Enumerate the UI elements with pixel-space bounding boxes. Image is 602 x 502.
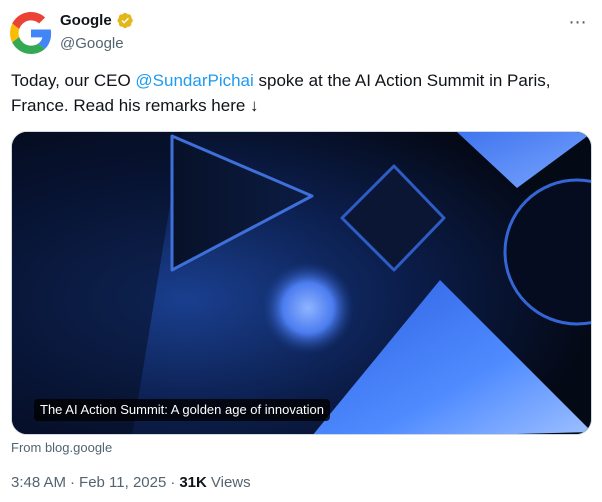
tweet-text-start: Today, our CEO <box>11 71 136 90</box>
meta-separator: · <box>170 474 176 491</box>
meta-separator: · <box>70 474 76 491</box>
views-label: Views <box>210 474 251 491</box>
tweet: Google @Google ⋯ Today, our CEO @SundarP… <box>0 0 602 502</box>
card-source-link[interactable]: From blog.google <box>11 440 112 455</box>
google-g-logo-icon <box>10 12 52 54</box>
card-artwork <box>12 132 591 434</box>
author-name-row: Google <box>60 12 134 29</box>
avatar[interactable] <box>10 12 52 54</box>
author-display-name[interactable]: Google <box>60 12 112 29</box>
tweet-text: Today, our CEO @SundarPichai spoke at th… <box>11 68 591 118</box>
mention-link[interactable]: @SundarPichai <box>135 71 253 90</box>
card-caption: The AI Action Summit: A golden age of in… <box>34 399 331 421</box>
views-count: 31K <box>179 474 207 491</box>
author-handle[interactable]: @Google <box>60 35 124 52</box>
tweet-time[interactable]: 3:48 AM <box>11 474 66 491</box>
verified-badge-icon <box>117 12 133 29</box>
more-options-icon[interactable]: ⋯ <box>564 8 592 36</box>
tweet-date[interactable]: Feb 11, 2025 <box>79 474 166 491</box>
link-card-image[interactable]: The AI Action Summit: A golden age of in… <box>11 131 592 435</box>
tweet-meta: 3:48 AM · Feb 11, 2025 · 31K Views <box>11 474 251 491</box>
